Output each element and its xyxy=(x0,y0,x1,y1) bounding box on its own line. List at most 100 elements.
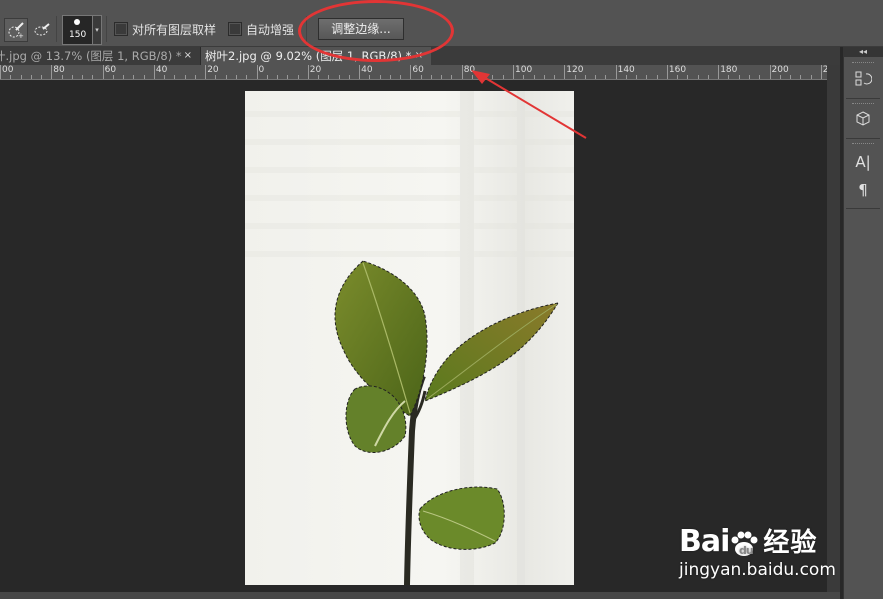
panel-grip[interactable] xyxy=(852,143,874,146)
ruler-minor-tick xyxy=(318,75,320,79)
ruler-label: 60 xyxy=(412,65,424,75)
highlight-circle-annotation xyxy=(298,0,454,62)
ruler-minor-tick xyxy=(348,75,350,79)
ruler-minor-tick xyxy=(595,75,597,79)
ruler-tick xyxy=(307,65,309,79)
horizontal-ruler[interactable]: 0080604020020406080100120140160180200220 xyxy=(0,65,827,80)
ruler-minor-tick xyxy=(174,75,176,79)
svg-text:+: + xyxy=(18,32,24,39)
auto-enhance-checkbox[interactable] xyxy=(228,22,242,36)
ruler-tick xyxy=(0,65,1,79)
ruler-minor-tick xyxy=(10,75,12,79)
baidu-logo: Bai du 经验 xyxy=(679,524,818,559)
ruler-label: 100 xyxy=(515,65,533,75)
ruler-minor-tick xyxy=(646,75,648,79)
ruler-label: 120 xyxy=(566,65,584,75)
ruler-minor-tick xyxy=(184,75,186,79)
separator xyxy=(846,98,880,99)
panel-grip[interactable] xyxy=(852,103,874,106)
separator xyxy=(846,138,880,139)
baidu-jingyan-watermark: Bai du 经验 jingyan.baidu.com xyxy=(679,500,883,599)
separator xyxy=(56,16,57,42)
auto-enhance-label: 自动增强 xyxy=(246,23,295,37)
separator xyxy=(106,16,107,42)
ruler-minor-tick xyxy=(636,75,638,79)
ruler-minor-tick xyxy=(790,75,792,79)
character-icon[interactable]: A| xyxy=(853,152,873,172)
ruler-minor-tick xyxy=(61,75,63,79)
ruler-minor-tick xyxy=(266,75,268,79)
ruler-minor-tick xyxy=(523,75,525,79)
ruler-minor-tick xyxy=(759,75,761,79)
ruler-tick xyxy=(769,65,771,79)
ruler-minor-tick xyxy=(277,75,279,79)
ruler-minor-tick xyxy=(133,75,135,79)
ruler-minor-tick xyxy=(451,75,453,79)
ruler-minor-tick xyxy=(164,75,166,79)
ruler-tick xyxy=(256,65,258,79)
ruler-tick xyxy=(359,65,361,79)
ruler-label: 80 xyxy=(53,65,65,75)
ruler-label: 180 xyxy=(720,65,738,75)
ruler-minor-tick xyxy=(287,75,289,79)
brush-size-value: 150 xyxy=(69,30,87,40)
paragraph-icon[interactable]: ¶ xyxy=(853,180,873,200)
3d-icon[interactable] xyxy=(853,110,873,130)
ruler-label: 140 xyxy=(617,65,635,75)
ruler-tick xyxy=(205,65,207,79)
ruler-minor-tick xyxy=(225,75,227,79)
separator xyxy=(846,208,880,209)
ruler-minor-tick xyxy=(748,75,750,79)
ruler-tick xyxy=(718,65,720,79)
document-canvas[interactable] xyxy=(245,91,574,585)
ruler-tick xyxy=(615,65,617,79)
history-icon[interactable] xyxy=(853,70,873,90)
ruler-minor-tick xyxy=(82,75,84,79)
ruler-minor-tick xyxy=(810,75,812,79)
ruler-minor-tick xyxy=(328,75,330,79)
sample-all-layers-checkbox[interactable] xyxy=(114,22,128,36)
ruler-label: 40 xyxy=(155,65,168,75)
brush-dropdown-arrow-icon[interactable]: ▾ xyxy=(92,15,102,45)
ruler-minor-tick xyxy=(800,75,802,79)
ruler-tick xyxy=(51,65,53,79)
ruler-tick xyxy=(461,65,463,79)
ruler-label: 0 xyxy=(258,65,265,75)
svg-text:du: du xyxy=(739,544,753,557)
quick-selection-add-icon[interactable]: + xyxy=(4,18,28,42)
ruler-label: 40 xyxy=(361,65,373,75)
ruler-minor-tick xyxy=(369,75,371,79)
ruler-label: 160 xyxy=(668,65,687,75)
ruler-tick xyxy=(564,65,566,79)
ruler-minor-tick xyxy=(41,75,43,79)
watermark-url: jingyan.baidu.com xyxy=(679,560,836,580)
tab-document-1[interactable]: 叶.jpg @ 13.7% (图层 1, RGB/8) * × xyxy=(0,47,201,65)
ruler-label: 80 xyxy=(463,65,476,75)
ruler-minor-tick xyxy=(554,75,556,79)
panel-grip[interactable] xyxy=(852,62,874,65)
ruler-minor-tick xyxy=(779,75,781,79)
brush-dot-icon xyxy=(74,19,80,25)
leaf-photo xyxy=(245,91,574,585)
ruler-minor-tick xyxy=(697,75,699,79)
ruler-tick xyxy=(102,65,104,79)
close-icon[interactable]: × xyxy=(184,47,192,65)
ruler-minor-tick xyxy=(533,75,535,79)
ruler-label: 200 xyxy=(771,65,789,75)
menu-bar[interactable] xyxy=(0,0,883,10)
quick-selection-subtract-icon[interactable] xyxy=(30,18,54,42)
ruler-minor-tick xyxy=(502,75,504,79)
ruler-minor-tick xyxy=(738,75,740,79)
brush-size-picker[interactable]: 150 xyxy=(62,15,94,45)
ruler-minor-tick xyxy=(194,75,196,79)
ruler-minor-tick xyxy=(143,75,145,79)
ruler-label: 20 xyxy=(207,65,219,75)
panel-collapse-toggle[interactable]: ◂◂ xyxy=(843,47,883,57)
ruler-minor-tick xyxy=(92,75,94,79)
ruler-minor-tick xyxy=(246,75,248,79)
ruler-minor-tick xyxy=(297,75,299,79)
paw-icon: du xyxy=(729,530,759,557)
ruler-tick xyxy=(513,65,514,79)
ruler-minor-tick xyxy=(656,75,658,79)
ruler-label: 00 xyxy=(2,65,14,75)
